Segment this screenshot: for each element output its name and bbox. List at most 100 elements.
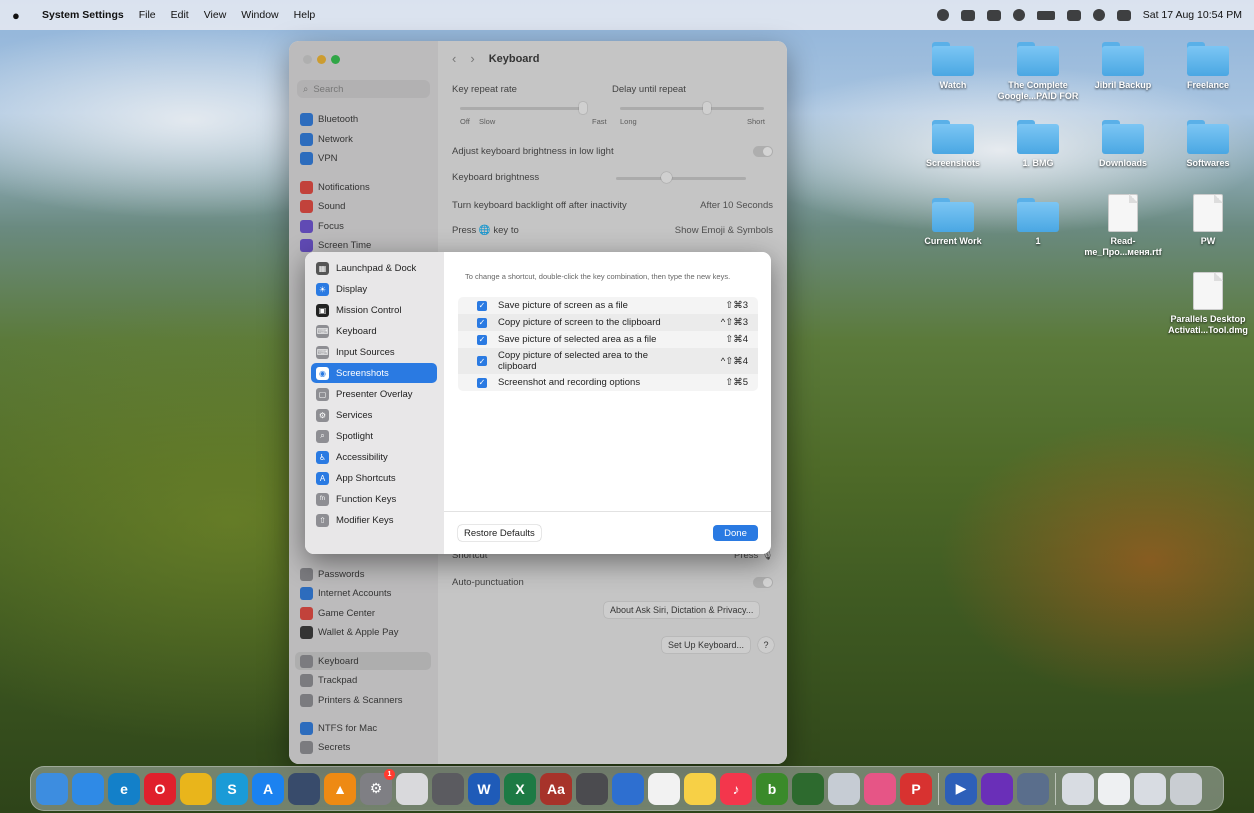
restore-defaults-button[interactable]: Restore Defaults: [458, 525, 541, 541]
dock-globe-icon[interactable]: [792, 772, 824, 805]
shortcut-checkbox[interactable]: ✓: [477, 317, 487, 328]
dock-vlc-icon[interactable]: ▲: [324, 772, 356, 805]
grammarly-icon[interactable]: [936, 9, 949, 21]
shortcut-row[interactable]: ✓ Screenshot and recording options ⇧⌘5: [458, 374, 758, 391]
shortcut-checkbox[interactable]: ✓: [477, 377, 487, 388]
folder-icon: [1017, 42, 1059, 76]
desktop-folder-current-work[interactable]: Current Work: [912, 198, 994, 247]
dock-trash-icon[interactable]: [1170, 772, 1202, 805]
wifi-icon[interactable]: [1066, 9, 1081, 21]
category-accessibility[interactable]: ♿ Accessibility: [311, 447, 437, 467]
document-icon: [1108, 194, 1138, 232]
desktop-file-readme[interactable]: Read-me_Про...меня.rtf: [1082, 194, 1164, 258]
shortcut-row[interactable]: ✓ Save picture of screen as a file ⇧⌘3: [458, 297, 758, 314]
dock-screen-sharing-icon[interactable]: [1017, 772, 1049, 805]
category-app-shortcuts[interactable]: A App Shortcuts: [311, 468, 437, 488]
dock-dictionary-icon[interactable]: Aa: [540, 772, 572, 805]
menu-window[interactable]: Window: [241, 9, 278, 21]
dock-preview-icon[interactable]: [828, 772, 860, 805]
menu-help[interactable]: Help: [294, 9, 316, 21]
category-display[interactable]: ☀ Display: [311, 279, 437, 299]
desktop-folder-jibril[interactable]: Jibril Backup: [1082, 42, 1164, 91]
shortcut-checkbox[interactable]: ✓: [477, 334, 487, 345]
shortcuts-pane: To change a shortcut, double-click the k…: [444, 252, 771, 554]
category-modifier-keys[interactable]: ⇧ Modifier Keys: [311, 510, 437, 530]
dock-edge-icon[interactable]: e: [108, 772, 140, 805]
desktop-folder-google[interactable]: The Complete Google...PAID FOR: [997, 42, 1079, 102]
desktop-item-label: Read-me_Про...меня.rtf: [1084, 236, 1162, 257]
shortcut-keys[interactable]: ⇧⌘3: [725, 300, 748, 311]
desktop-folder-freelance[interactable]: Freelance: [1167, 42, 1249, 91]
category-function-keys[interactable]: fn Function Keys: [311, 489, 437, 509]
dock-word-icon[interactable]: W: [468, 772, 500, 805]
dock-presentation-icon[interactable]: P: [900, 772, 932, 805]
dock-document-icon[interactable]: [1098, 772, 1130, 805]
shortcut-checkbox[interactable]: ✓: [477, 300, 487, 311]
dock-launchpad-icon[interactable]: [396, 772, 428, 805]
shortcut-row[interactable]: ✓ Copy picture of selected area to the c…: [458, 348, 758, 374]
screenshot-icon: ◉: [316, 366, 329, 380]
user-icon[interactable]: [1012, 9, 1025, 21]
shortcut-keys[interactable]: ⇧⌘5: [725, 377, 748, 388]
dock-photo-booth-icon[interactable]: [864, 772, 896, 805]
category-services[interactable]: ⚙ Services: [311, 405, 437, 425]
dock-app-store-icon[interactable]: A: [252, 772, 284, 805]
desktop-file-parallels[interactable]: Parallels Desktop Activati...Tool.dmg: [1167, 272, 1249, 336]
search-icon[interactable]: [1092, 9, 1105, 21]
apple-icon[interactable]: ●: [12, 8, 32, 23]
dock-opera-icon[interactable]: O: [144, 772, 176, 805]
desktop-folder-softwares[interactable]: Softwares: [1167, 120, 1249, 169]
category-mission-control[interactable]: ▣ Mission Control: [311, 300, 437, 320]
dock-skype-icon[interactable]: S: [216, 772, 248, 805]
control-center-icon[interactable]: [1116, 9, 1131, 21]
menu-view[interactable]: View: [204, 9, 227, 21]
desktop-file-pw[interactable]: PW: [1167, 194, 1249, 247]
shortcut-keys[interactable]: ^⇧⌘4: [721, 356, 748, 367]
shortcut-row[interactable]: ✓ Copy picture of screen to the clipboar…: [458, 314, 758, 331]
dock-finder-icon[interactable]: [36, 772, 68, 805]
dock-excel-icon[interactable]: X: [504, 772, 536, 805]
dock-keynote-icon[interactable]: ▶: [945, 772, 977, 805]
dock-safari-icon[interactable]: [72, 772, 104, 805]
menu-file[interactable]: File: [139, 9, 156, 21]
disk-image-icon: [1193, 272, 1223, 310]
category-presenter-overlay[interactable]: ▢ Presenter Overlay: [311, 384, 437, 404]
dock-podcasts-icon[interactable]: [981, 772, 1013, 805]
dock-system-settings-icon[interactable]: ⚙ 1: [360, 768, 395, 805]
dock-chrome-icon[interactable]: [180, 772, 212, 805]
category-spotlight[interactable]: ⌕ Spotlight: [311, 426, 437, 446]
shortcut-checkbox[interactable]: ✓: [477, 356, 487, 366]
desktop-folder-1[interactable]: 1: [997, 198, 1079, 247]
dock-calculator-icon[interactable]: [576, 772, 608, 805]
menu-edit[interactable]: Edit: [171, 9, 189, 21]
dock-keyboard-viewer-icon[interactable]: [1062, 772, 1094, 805]
desktop-folder-screenshots[interactable]: Screenshots: [912, 120, 994, 169]
menu-app-name[interactable]: System Settings: [42, 9, 124, 21]
category-input-sources[interactable]: ⌨ Input Sources: [311, 342, 437, 362]
category-label: Display: [336, 283, 368, 295]
shortcut-row[interactable]: ✓ Save picture of selected area as a fil…: [458, 331, 758, 348]
desktop-folder-bmg[interactable]: 1. BMG: [997, 120, 1079, 169]
shortcut-keys[interactable]: ^⇧⌘3: [721, 317, 748, 328]
dock-music-icon[interactable]: ♪: [720, 772, 752, 805]
category-keyboard[interactable]: ⌨ Keyboard: [311, 321, 437, 341]
clock[interactable]: Sat 17 Aug 10:54 PM: [1143, 9, 1242, 21]
dock-notes-icon[interactable]: [684, 772, 716, 805]
desktop-folder-downloads[interactable]: Downloads: [1082, 120, 1164, 169]
category-launchpad-dock[interactable]: ▦ Launchpad & Dock: [311, 258, 437, 278]
menu-bar: ● System Settings File Edit View Window …: [0, 0, 1254, 30]
desktop-folder-watch[interactable]: Watch: [912, 42, 994, 91]
category-screenshots[interactable]: ◉ Screenshots: [311, 363, 437, 383]
notification-icon[interactable]: [960, 9, 975, 21]
dock-screenshot-icon[interactable]: [432, 772, 464, 805]
shortcut-list: ✓ Save picture of screen as a file ⇧⌘3 ✓…: [458, 297, 758, 391]
dock-quicktime-icon[interactable]: [288, 772, 320, 805]
dock-notes-blue-icon[interactable]: [612, 772, 644, 805]
battery-icon[interactable]: [1036, 10, 1055, 20]
people-icon[interactable]: [986, 9, 1001, 21]
shortcut-keys[interactable]: ⇧⌘4: [725, 334, 748, 345]
dock-bitdefender-icon[interactable]: b: [756, 772, 788, 805]
done-button[interactable]: Done: [713, 525, 758, 541]
dock-keyboard-viewer-2-icon[interactable]: [1134, 772, 1166, 805]
dock-reminders-icon[interactable]: [648, 772, 680, 805]
